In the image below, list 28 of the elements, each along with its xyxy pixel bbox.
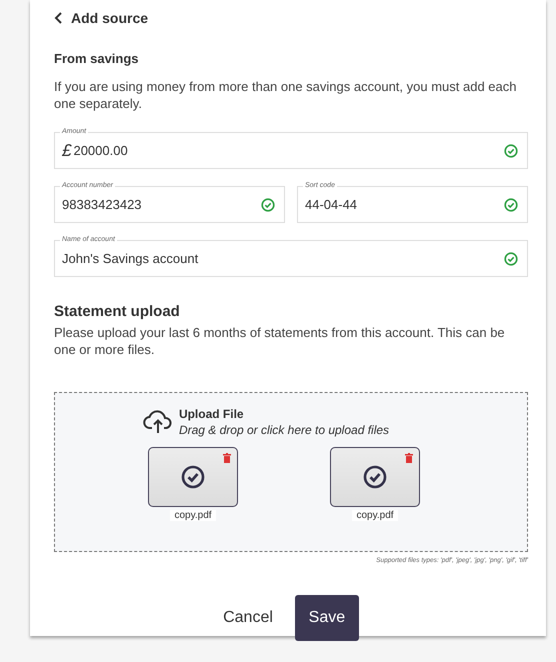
- check-circle-icon: [261, 198, 275, 212]
- upload-hint: Drag & drop or click here to upload files: [178, 423, 390, 437]
- chevron-left-icon: [54, 12, 64, 24]
- file-name: copy.pdf: [170, 510, 216, 521]
- cancel-button[interactable]: Cancel: [223, 609, 273, 627]
- check-circle-icon: [504, 144, 518, 158]
- field-value: 20000.00: [73, 143, 129, 158]
- save-button[interactable]: Save: [294, 595, 359, 641]
- check-circle-icon: [181, 465, 205, 489]
- file-name: copy.pdf: [352, 510, 398, 521]
- back-button[interactable]: Add source: [54, 10, 148, 26]
- file-drop-zone[interactable]: Upload File Drag & drop or click here to upload files copy.pdf copy.pdf: [54, 392, 528, 552]
- trash-icon[interactable]: [223, 453, 231, 463]
- page-title: Add source: [71, 10, 148, 26]
- cloud-upload-icon: [142, 409, 173, 435]
- currency-symbol: £: [62, 140, 72, 160]
- section-title: From savings: [54, 51, 140, 66]
- check-circle-icon: [363, 465, 387, 489]
- check-circle-icon: [504, 252, 518, 266]
- check-circle-icon: [504, 198, 518, 212]
- field-value: John's Savings account: [62, 251, 200, 266]
- field-value: 98383423423: [62, 197, 143, 212]
- field-value: 44-04-44: [305, 197, 358, 212]
- upload-description: Please upload your last 6 months of statements from this account. This can be one or more files.: [54, 324, 506, 358]
- section-title: Statement upload: [54, 303, 181, 320]
- upload-title: Upload File: [178, 407, 245, 421]
- section-description: If you are using money from more than one savings account, you must add each one separately.: [54, 78, 518, 112]
- trash-icon[interactable]: [405, 453, 413, 463]
